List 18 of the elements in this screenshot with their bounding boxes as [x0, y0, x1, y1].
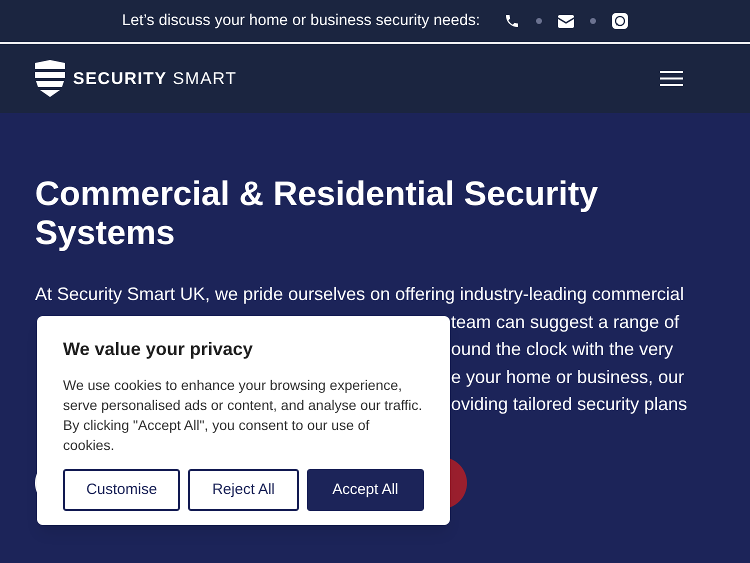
menu-icon[interactable]: [660, 71, 683, 86]
hero-paragraph-line: ound the clock with the very: [451, 338, 674, 361]
hero-paragraph-line: oviding tailored security plans: [451, 393, 688, 416]
mail-icon[interactable]: [558, 14, 574, 28]
banner-text: We use cookies to enhance your browsing experience, serve personalised ads or content, and analyse our traffic. By clicking "Accept All", you consent to our use of cookies.: [63, 376, 424, 455]
hero-paragraph-line: At Security Smart UK, we pride ourselves on offering industry-leading commercial: [35, 283, 684, 306]
cookie-button[interactable]: Accept All: [306, 469, 424, 511]
cookie-button[interactable]: Reject All: [188, 469, 299, 511]
cookie-button[interactable]: Customise: [63, 469, 180, 511]
phone-icon[interactable]: [504, 13, 520, 29]
shield-logo-icon: [35, 60, 65, 97]
hero-title: Commercial & Residential Security Systems: [35, 175, 600, 253]
hero-paragraph-line: team can suggest a range of: [451, 310, 680, 334]
contact-prompt: Let’s discuss your home or business security needs:: [122, 11, 480, 32]
hero-paragraph-line: e your home or business, our: [451, 366, 684, 389]
logo-wordmark[interactable]: SECURITY SMART: [73, 66, 237, 92]
banner-title: We value your privacy: [63, 338, 254, 361]
chat-icon[interactable]: [612, 13, 628, 29]
